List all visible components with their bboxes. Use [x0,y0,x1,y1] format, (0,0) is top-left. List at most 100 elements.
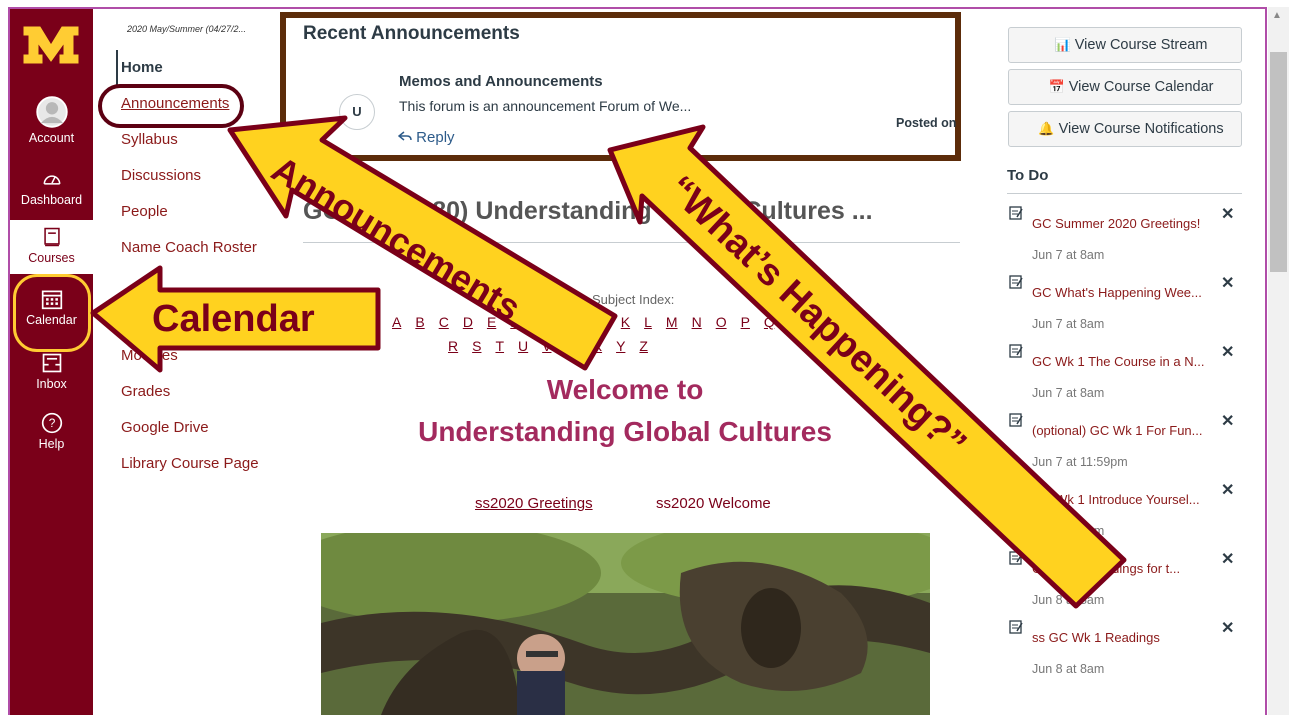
announcements-highlight-oval [98,84,244,128]
course-nav-name-coach[interactable]: Name Coach Roster [121,239,257,256]
subject-index-row-1: ABCDEFGHIJKLMNOPQ [392,314,789,330]
todo-item-link[interactable]: GC What's Happening Wee... [1032,285,1202,300]
subject-index-letter[interactable]: B [415,314,424,330]
calendar-small-icon: 📅 [1048,79,1065,94]
assignment-icon [1008,481,1024,497]
subject-index-letter[interactable]: U [518,338,528,354]
bell-icon: 🔔 [1038,121,1055,136]
subject-index-letter[interactable]: J [600,314,607,330]
subject-index-letter[interactable]: K [621,314,630,330]
welcome-heading: Welcome to Understanding Global Cultures [300,374,950,448]
greetings-link[interactable]: ss2020 Greetings [475,495,593,512]
global-nav-help[interactable]: ? Help [10,412,93,451]
divider [1007,193,1242,194]
welcome-photo [321,533,930,715]
posted-on-text: Posted on [896,116,957,130]
subject-index-letter[interactable]: G [533,314,544,330]
subject-index-letter[interactable]: L [644,314,652,330]
global-nav-courses-label: Courses [28,251,75,265]
subject-index-letter[interactable]: Q [764,314,775,330]
course-nav-modules[interactable]: Modules [121,347,178,364]
stream-icon: 📊 [1054,37,1071,52]
todo-item-link[interactable]: GC Summer 2020 Greetings! [1032,216,1200,231]
dashboard-icon [43,175,60,185]
subject-index-letter[interactable]: D [463,314,473,330]
reply-button[interactable]: Reply [397,129,455,146]
course-term: 2020 May/Summer (04/27/2... [127,24,247,34]
subject-index-letter[interactable]: T [495,338,504,354]
course-nav-discussions[interactable]: Discussions [121,167,201,184]
global-nav-inbox[interactable]: Inbox [10,352,93,391]
subject-index-letter[interactable]: N [692,314,702,330]
subject-index-letter[interactable]: S [472,338,481,354]
course-nav-syllabus[interactable]: Syllabus [121,131,178,148]
assignment-icon [1008,550,1024,566]
todo-item-date: Jun 8 at 8am [1032,524,1105,538]
course-nav-library[interactable]: Library Course Page [121,455,259,472]
subject-index-letter[interactable]: R [448,338,458,354]
subject-index-letter[interactable]: H [558,314,568,330]
subject-index-row-2: RSTUVWXYZ [448,338,662,354]
course-nav-home[interactable]: Home [121,59,163,76]
welcome-line-2: Understanding Global Cultures [418,416,832,447]
subject-index-letter[interactable]: Y [616,338,625,354]
subject-index-letter[interactable]: X [593,338,602,354]
todo-item-date: Jun 7 at 8am [1032,317,1105,331]
subject-index-letter[interactable]: M [666,314,678,330]
assignment-icon [1008,412,1024,428]
global-nav-inbox-label: Inbox [36,377,67,391]
dismiss-todo-button[interactable]: ✕ [1221,411,1234,431]
subject-index-letter[interactable]: P [741,314,750,330]
help-icon: ? [41,412,62,434]
assignment-icon [1008,205,1024,221]
dismiss-todo-button[interactable]: ✕ [1221,480,1234,500]
global-nav-courses[interactable]: Courses [10,220,93,274]
view-course-notifications-button[interactable]: 🔔 View Course Notifications [1008,111,1242,147]
subject-index-letter[interactable]: Z [639,338,648,354]
subject-index-letter[interactable]: O [716,314,727,330]
courses-icon [43,227,60,247]
subject-index-letter[interactable]: I [582,314,586,330]
active-indicator [116,50,118,86]
subject-index-letter[interactable]: W [566,338,579,354]
subject-index-letter[interactable]: V [542,338,551,354]
todo-item-link[interactable]: GC Wk 1 The Course in a N... [1032,354,1204,369]
view-course-stream-label: View Course Stream [1074,37,1208,53]
view-course-calendar-button[interactable]: 📅 View Course Calendar [1008,69,1242,105]
subject-index-letter[interactable]: C [439,314,449,330]
calendar-highlight-circle [13,274,91,352]
dismiss-todo-button[interactable]: ✕ [1221,618,1234,638]
global-nav-help-label: Help [38,437,65,451]
todo-item-link[interactable]: (optional) GC Wk 1 For Fun... [1032,423,1203,438]
course-nav-google-drive[interactable]: Google Drive [121,419,209,436]
dismiss-todo-button[interactable]: ✕ [1221,204,1234,224]
todo-item-date: Jun 7 at 11:59pm [1032,455,1128,469]
avatar[interactable]: U [339,94,375,130]
dismiss-todo-button[interactable]: ✕ [1221,342,1234,362]
dismiss-todo-button[interactable]: ✕ [1221,549,1234,569]
canvas-page: Account Dashboard Courses Calendar Inbox… [0,0,1289,715]
global-nav-dashboard[interactable]: Dashboard [10,170,93,207]
todo-item-date: Jun 7 at 8am [1032,248,1105,262]
view-course-calendar-label: View Course Calendar [1068,79,1214,95]
welcome-link[interactable]: ss2020 Welcome [656,495,771,512]
inbox-icon [42,353,61,373]
todo-item-link[interactable]: ss GC Wk 1 Readings [1032,630,1160,645]
course-nav-people[interactable]: People [121,203,168,220]
todo-item-link[interactable]: GC Wk 1 Readings for t... [1032,561,1180,576]
dismiss-todo-button[interactable]: ✕ [1221,273,1234,293]
global-nav-account[interactable]: Account [10,96,93,145]
scrollbar-thumb[interactable] [1270,52,1287,272]
subject-index-letter[interactable]: A [392,314,401,330]
announcement-title-link[interactable]: Memos and Announcements [399,73,603,90]
todo-item-date: Jun 8 at 8am [1032,593,1105,607]
course-nav-grades[interactable]: Grades [121,383,170,400]
view-course-stream-button[interactable]: 📊 View Course Stream [1008,27,1242,63]
reply-icon [397,131,412,141]
recent-announcements-heading: Recent Announcements [303,23,520,44]
assignment-icon [1008,619,1024,635]
scroll-up-icon[interactable]: ▲ [1272,10,1282,21]
university-logo-icon[interactable] [22,25,80,65]
view-course-notifications-label: View Course Notifications [1058,121,1224,137]
todo-item-link[interactable]: GC Wk 1 Introduce Yoursel... [1032,492,1200,507]
